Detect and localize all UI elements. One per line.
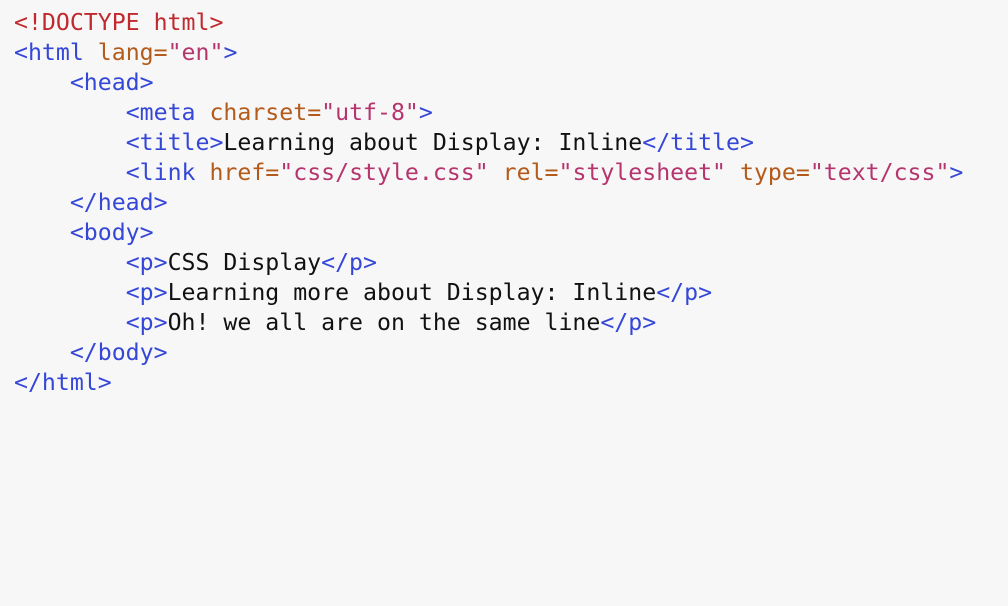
code-line: <meta charset="utf-8"> <box>14 98 1008 128</box>
code-line: <p>Oh! we all are on the same line</p> <box>14 308 1008 338</box>
attribute-value-token: "css/style.css" <box>279 159 489 186</box>
tag-token: </body> <box>69 339 168 366</box>
attribute-value-token: "utf-8" <box>321 99 419 126</box>
tag-token: > <box>949 159 964 186</box>
code-line: <head> <box>14 68 1008 98</box>
attribute-value-token: "text/css" <box>809 159 950 186</box>
code-line: <link href="css/style.css" rel="styleshe… <box>14 158 1008 188</box>
text-content-token: Learning more about Display: Inline <box>167 279 657 306</box>
code-line: <body> <box>14 218 1008 248</box>
tag-token: > <box>418 99 433 126</box>
code-line: <p>Learning more about Display: Inline</… <box>14 278 1008 308</box>
attribute-name-token: charset= <box>209 99 322 126</box>
code-editor-view: <!DOCTYPE html> <html lang="en"> <head> <… <box>0 0 1008 606</box>
text-content-token: Learning about Display: Inline <box>223 129 643 156</box>
tag-token: <head> <box>69 69 154 96</box>
tag-token: <p> <box>125 309 168 336</box>
tag-token: <title> <box>125 129 224 156</box>
code-line: </head> <box>14 188 1008 218</box>
attribute-name-token: href= <box>209 159 280 186</box>
code-line: <html lang="en"> <box>14 38 1008 68</box>
tag-token: </html> <box>14 369 112 396</box>
text-content-token: CSS Display <box>167 249 322 276</box>
text-content-token: Oh! we all are on the same line <box>167 309 601 336</box>
tag-token: <html <box>14 39 84 66</box>
code-line: <title>Learning about Display: Inline</t… <box>14 128 1008 158</box>
attribute-value-token: "stylesheet" <box>558 159 727 186</box>
tag-token: </head> <box>69 189 168 216</box>
code-line: <!DOCTYPE html> <box>14 8 1008 38</box>
tag-token: <p> <box>125 279 168 306</box>
tag-token: <p> <box>125 249 168 276</box>
attribute-name-token: rel= <box>502 159 559 186</box>
tag-token: </p> <box>321 249 377 276</box>
attribute-value-token: "en" <box>167 39 224 66</box>
tag-token: </title> <box>642 129 754 156</box>
code-line: <p>CSS Display</p> <box>14 248 1008 278</box>
code-line: </html> <box>14 368 1008 398</box>
tag-token: <link <box>125 159 196 186</box>
tag-token: <meta <box>125 99 196 126</box>
tag-token: </p> <box>600 309 657 336</box>
tag-token: </p> <box>656 279 713 306</box>
attribute-name-token: type= <box>740 159 810 186</box>
tag-token: <body> <box>69 219 154 246</box>
code-line: </body> <box>14 338 1008 368</box>
doctype-token: <!DOCTYPE html> <box>14 9 224 36</box>
tag-token: > <box>223 39 238 66</box>
attribute-name-token: lang= <box>97 39 168 66</box>
